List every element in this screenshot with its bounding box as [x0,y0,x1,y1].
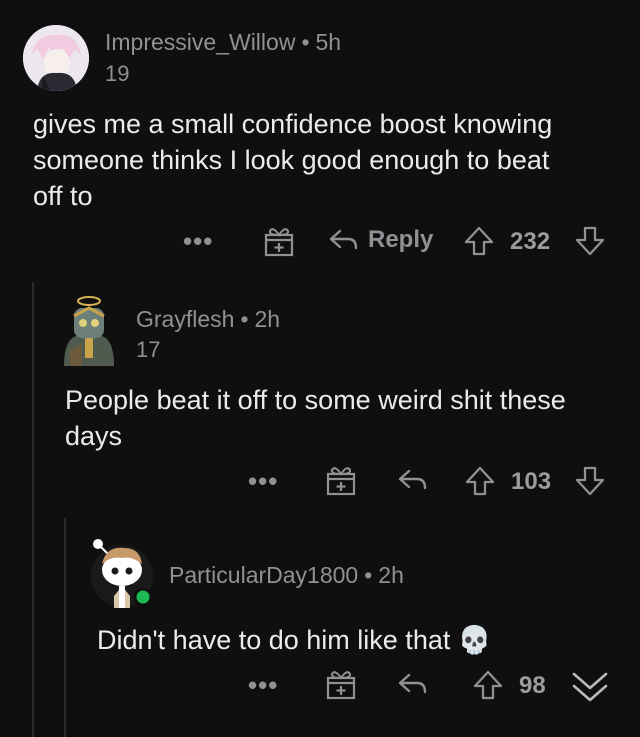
online-status-indicator [133,587,153,607]
collapse-thread-button[interactable] [570,666,610,706]
user-karma: 19 [105,61,130,86]
avatar-image [91,539,153,608]
avatar[interactable] [88,534,156,608]
comment-age: 2h [254,306,281,332]
reply-arrow-icon [329,229,358,250]
double-chevron-down-icon [572,672,608,702]
reply-label: Reply [368,226,434,253]
comment-age: 2h [378,562,404,588]
comment-actions: ••• 98 [0,666,640,706]
award-button[interactable] [325,463,357,497]
vote-count: 232 [510,228,551,255]
more-options-button[interactable]: ••• [183,226,213,257]
upvote-arrow-icon [473,670,503,700]
award-button[interactable] [263,224,295,258]
more-options-button[interactable]: ••• [248,466,278,497]
comment-actions: ••• 103 [0,462,640,502]
downvote-button[interactable] [574,225,606,257]
upvote-button[interactable] [472,669,504,701]
avatar-image [64,296,114,366]
more-options-button[interactable]: ••• [248,670,278,701]
award-button[interactable] [325,667,357,701]
reply-button[interactable] [397,670,429,698]
avatar-image [23,25,89,91]
comment-actions: ••• Reply 232 [0,222,640,262]
user-karma: 17 [136,337,161,362]
reply-arrow-icon [398,469,427,490]
reply-button[interactable] [397,466,429,494]
reply-arrow-icon [398,673,427,694]
avatar[interactable] [23,25,89,91]
downvote-button[interactable] [574,465,606,497]
gift-icon [326,671,356,700]
comment-body: Didn't have to do him like that 💀 [97,622,597,658]
upvote-button[interactable] [464,465,496,497]
vote-count: 103 [511,468,552,495]
comment-age: 5h [315,29,342,55]
username[interactable]: Impressive_Willow [105,29,295,55]
username[interactable]: Grayflesh [136,306,234,332]
comment-body: People beat it off to some weird shit th… [65,385,566,451]
comment-author[interactable]: Impressive_Willow • 5h [105,29,341,56]
downvote-arrow-icon [575,466,605,496]
username[interactable]: ParticularDay1800 [169,562,358,588]
upvote-button[interactable] [463,225,495,257]
separator-dot: • [364,562,373,588]
separator-dot: • [240,306,249,332]
skull-emoji: 💀 [457,625,492,655]
gift-icon [326,467,356,496]
separator-dot: • [301,29,310,55]
vote-count: 98 [519,672,546,699]
comment-author[interactable]: ParticularDay1800 • 2h [169,562,404,589]
comment-body: gives me a small confidence boost knowin… [33,109,553,211]
upvote-arrow-icon [465,466,495,496]
upvote-arrow-icon [464,226,494,256]
comment-author[interactable]: Grayflesh • 2h [136,306,280,333]
avatar[interactable] [56,294,122,366]
downvote-arrow-icon [575,226,605,256]
comment-text: Didn't have to do him like that [97,625,451,655]
reply-button[interactable]: Reply [328,226,433,254]
gift-icon [264,228,294,257]
